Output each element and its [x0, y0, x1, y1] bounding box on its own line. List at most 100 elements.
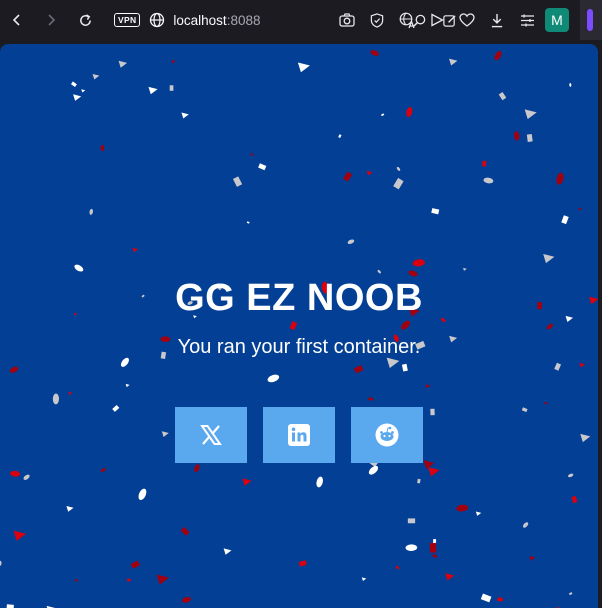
confetti-piece [161, 431, 169, 437]
confetti-piece [361, 577, 367, 582]
confetti-piece [267, 374, 280, 383]
share-x-button[interactable] [175, 407, 247, 463]
confetti-piece [463, 267, 467, 271]
confetti-piece [480, 593, 492, 603]
confetti-piece [429, 542, 437, 553]
confetti-piece [579, 362, 586, 368]
share-reddit-button[interactable] [351, 407, 423, 463]
confetti-piece [343, 171, 353, 182]
confetti-piece [445, 573, 455, 581]
confetti-piece [513, 131, 520, 141]
send-icon [431, 13, 444, 27]
translate-icon [399, 12, 415, 28]
confetti-piece [132, 247, 139, 253]
share-buttons [175, 407, 423, 463]
reload-button[interactable] [68, 0, 102, 40]
confetti-piece [250, 152, 254, 157]
forward-button[interactable] [34, 0, 68, 40]
confetti-piece [483, 177, 494, 184]
confetti-piece [401, 320, 411, 330]
confetti-piece [561, 215, 569, 225]
url-port: :8088 [226, 12, 261, 28]
confetti-piece [171, 59, 176, 64]
confetti-piece [529, 555, 536, 561]
confetti-piece [181, 597, 191, 603]
page-actions [332, 4, 542, 36]
confetti-piece [289, 321, 298, 331]
confetti-piece [70, 81, 77, 87]
x-logo-icon [200, 425, 222, 445]
confetti-piece [89, 208, 93, 215]
confetti-piece [431, 208, 440, 215]
confetti-piece [23, 474, 30, 480]
confetti-piece [546, 323, 553, 330]
confetti-piece [381, 113, 385, 116]
confetti-piece [130, 560, 141, 569]
back-button[interactable] [0, 0, 34, 40]
confetti-piece [74, 264, 84, 272]
confetti-piece [181, 112, 189, 119]
confetti-piece [449, 58, 458, 66]
page-subtitle: You ran your first container. [177, 336, 421, 358]
page-title: GG EZ NOOB [175, 277, 423, 319]
confetti-piece [81, 89, 86, 93]
confetti-piece [370, 50, 379, 56]
vpn-badge[interactable]: VPN [114, 13, 141, 27]
confetti-piece [571, 495, 578, 504]
confetti-piece [524, 109, 537, 120]
confetti-piece [498, 91, 507, 101]
confetti-piece [395, 565, 400, 570]
confetti-piece [580, 433, 591, 443]
confetti-piece [368, 465, 379, 475]
confetti-piece [138, 488, 147, 500]
confetti-piece [417, 478, 421, 484]
confetti-piece [543, 253, 555, 264]
sidebar-toggle[interactable] [587, 9, 593, 31]
confetti-piece [432, 554, 438, 558]
confetti-piece [180, 526, 190, 536]
confetti-piece [568, 592, 573, 596]
confetti-piece [156, 574, 170, 585]
screenshot-icon [339, 13, 355, 27]
confetti-piece [100, 467, 106, 473]
confetti-piece [521, 407, 528, 413]
confetti-piece [428, 467, 440, 477]
confetti-piece [456, 504, 469, 512]
confetti-piece [298, 560, 307, 567]
confetti-piece [92, 73, 100, 80]
confetti-piece [366, 170, 373, 176]
confetti-piece [66, 506, 74, 512]
confetti-piece [475, 511, 482, 516]
url-host: localhost [173, 12, 227, 28]
favorite-button[interactable] [452, 4, 482, 36]
confetti-piece [377, 269, 381, 274]
confetti-piece [246, 221, 250, 224]
download-button[interactable] [482, 4, 512, 36]
globe-icon[interactable] [149, 12, 165, 28]
share-linkedin-button[interactable] [263, 407, 335, 463]
confetti-piece [393, 177, 404, 190]
forward-icon [48, 14, 56, 26]
shield-button[interactable] [362, 4, 392, 36]
shield-icon [370, 12, 384, 28]
confetti-piece [338, 134, 342, 139]
menu-button[interactable] [512, 4, 542, 36]
translate-button[interactable] [392, 4, 422, 36]
send-button[interactable] [422, 4, 452, 36]
confetti-piece [569, 83, 572, 87]
back-icon [12, 14, 20, 26]
confetti-piece [68, 391, 73, 396]
profile-avatar[interactable]: M [545, 8, 569, 32]
confetti-piece [386, 357, 400, 368]
menu-icon [520, 14, 534, 26]
confetti-piece [73, 94, 82, 101]
confetti-piece [401, 363, 408, 372]
confetti-piece [125, 383, 130, 388]
confetti-piece [316, 476, 323, 488]
reddit-logo-icon [375, 423, 399, 447]
confetti-piece [482, 160, 487, 167]
confetti-piece [297, 62, 310, 73]
confetti-piece [497, 597, 504, 602]
screenshot-button[interactable] [332, 4, 362, 36]
url-text[interactable]: localhost:8088 [173, 13, 260, 28]
